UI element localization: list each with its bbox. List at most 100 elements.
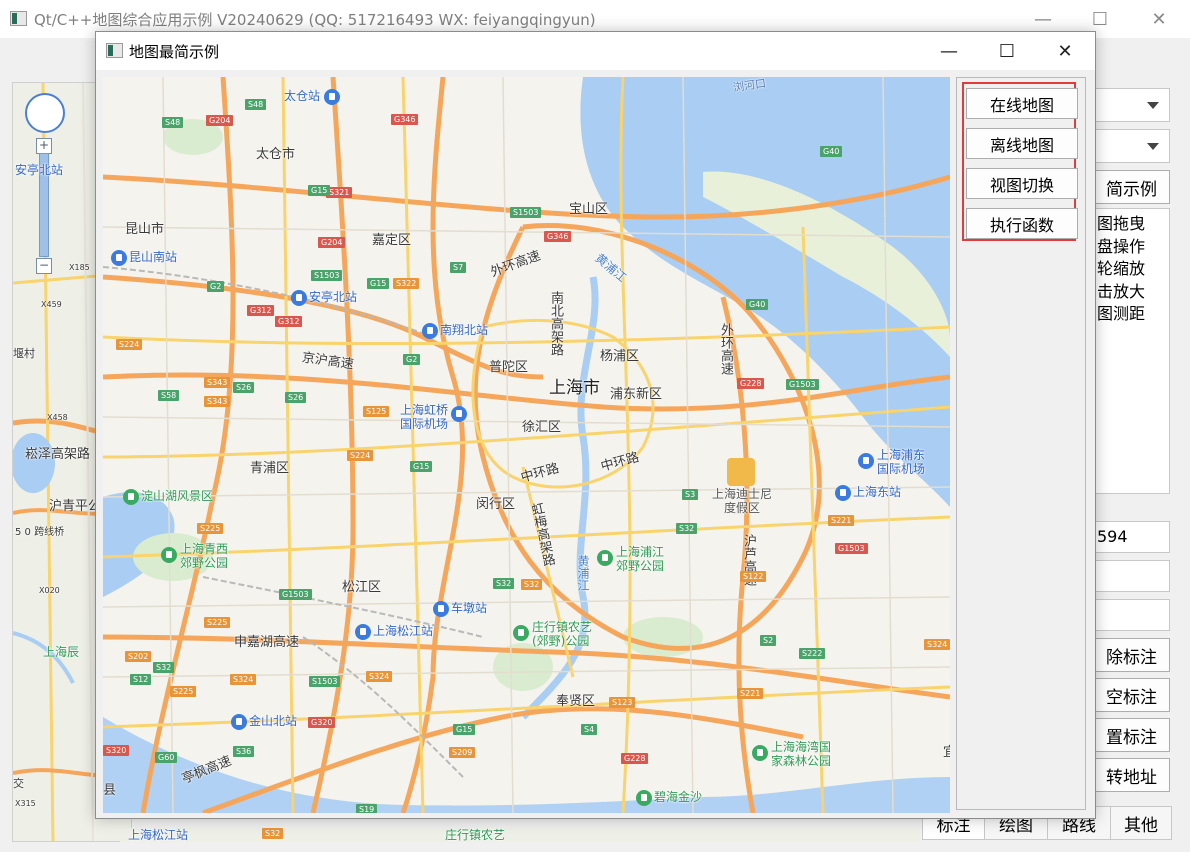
poi-qingxi-park[interactable]: 上海青西 郊野公园 xyxy=(180,542,228,570)
map-label-district: 浦东新区 xyxy=(610,387,663,402)
poi-bihai-jinsha[interactable]: 碧海金沙 xyxy=(636,788,702,806)
poi-nanxiang-north[interactable]: 南翔北站 xyxy=(422,321,488,339)
pan-control-icon[interactable] xyxy=(25,93,65,133)
train-station-icon xyxy=(231,713,247,730)
road-shield: S322 xyxy=(393,278,420,289)
road-shield: S343 xyxy=(204,396,231,407)
disney-castle-icon[interactable] xyxy=(727,458,755,486)
poi-hongqiao-airport[interactable]: 上海虹桥 国际机场 xyxy=(400,403,448,431)
road-shield: S122 xyxy=(740,571,767,582)
back-map-label: 安亭北站 xyxy=(15,163,64,177)
road-shield: G204 xyxy=(206,115,234,126)
road-shield: S324 xyxy=(230,674,257,685)
poi-label: 上海东站 xyxy=(853,485,902,499)
exec-function-button[interactable]: 执行函数 xyxy=(966,208,1078,239)
road-shield: G204 xyxy=(318,237,346,248)
poi-label: 上海松江站 xyxy=(373,624,434,638)
park-icon[interactable] xyxy=(161,547,177,563)
road-shield: S224 xyxy=(347,450,374,461)
map-label-road: 南北高架路 xyxy=(548,291,563,356)
dialog-maximize-button[interactable]: ☐ xyxy=(984,32,1030,70)
road-shield: G346 xyxy=(391,114,419,125)
zoom-in-icon[interactable]: + xyxy=(36,138,52,154)
close-button[interactable]: ✕ xyxy=(1136,0,1182,38)
poi-taicang-station[interactable]: 太仓站 xyxy=(284,87,342,105)
train-station-icon xyxy=(355,623,371,640)
back-map-label: X315 xyxy=(15,799,36,808)
app-icon xyxy=(106,43,123,58)
map-label-city: 上海市 xyxy=(549,378,600,398)
road-shield: G15 xyxy=(308,185,331,196)
road-shield: S202 xyxy=(125,651,152,662)
map-label-district: 松江区 xyxy=(342,580,382,595)
back-map-label: X459 xyxy=(41,300,62,309)
zoom-out-icon[interactable]: − xyxy=(36,258,52,274)
park-icon[interactable] xyxy=(513,625,529,641)
map-label-road: 申嘉湖高速 xyxy=(234,635,300,650)
road-shield: S19 xyxy=(356,804,378,813)
poi-songjiang-station[interactable]: 上海松江站 xyxy=(355,622,433,640)
poi-bay-forest-park[interactable]: 上海海湾国 家森林公园 xyxy=(771,740,831,768)
poi-shanghai-east[interactable]: 上海东站 xyxy=(835,483,901,501)
poi-pudong-airport[interactable]: 上海浦东 国际机场 xyxy=(877,448,925,476)
airport-icon[interactable] xyxy=(858,453,874,469)
chevron-down-icon xyxy=(1147,102,1159,109)
dialog-minimize-button[interactable]: — xyxy=(926,32,972,70)
road-shield: G15 xyxy=(367,278,390,289)
road-shield: G312 xyxy=(275,316,303,327)
road-shield: G2 xyxy=(403,354,421,365)
road-shield: G15 xyxy=(410,461,433,472)
poi-label: 郊野公园 xyxy=(616,559,665,573)
poi-label: 上海海湾国 xyxy=(771,740,832,754)
back-map-label: X185 xyxy=(69,263,90,272)
map-label-district: 太仓市 xyxy=(256,147,296,162)
poi-label: 上海虹桥 xyxy=(400,403,449,417)
road-shield: S221 xyxy=(737,688,764,699)
main-window-title: Qt/C++地图综合应用示例 V20240629 (QQ: 517216493 … xyxy=(34,11,596,29)
road-shield: G312 xyxy=(247,305,275,316)
view-switch-button[interactable]: 视图切换 xyxy=(966,168,1078,199)
road-shield: S343 xyxy=(204,377,231,388)
park-icon[interactable] xyxy=(752,745,768,761)
airport-icon[interactable] xyxy=(451,406,467,422)
back-map-label: 庄行镇农艺 xyxy=(445,828,506,842)
park-icon[interactable] xyxy=(597,550,613,566)
road-shield: S32 xyxy=(493,578,515,589)
offline-map-button[interactable]: 离线地图 xyxy=(966,128,1078,159)
back-map-label: 堰村 xyxy=(13,347,35,360)
road-shield: S225 xyxy=(197,523,224,534)
road-shield: G60 xyxy=(155,752,178,763)
road-shield: S1503 xyxy=(510,207,542,218)
poi-anting-north[interactable]: 安亭北站 xyxy=(291,288,357,306)
train-station-icon xyxy=(111,249,127,266)
poi-chedun-station[interactable]: 车墩站 xyxy=(433,599,487,617)
poi-disney[interactable]: 上海迪士尼 度假区 xyxy=(712,487,772,515)
poi-label: 国际机场 xyxy=(877,462,926,476)
park-icon xyxy=(123,488,139,505)
poi-zhuanghang-park[interactable]: 庄行镇农艺 (郊野)公园 xyxy=(532,620,592,648)
tab-other[interactable]: 其他 xyxy=(1110,806,1172,840)
road-shield: G15 xyxy=(453,724,476,735)
poi-label: 庄行镇农艺 xyxy=(532,620,593,634)
road-shield: S209 xyxy=(449,747,476,758)
dialog-title: 地图最简示例 xyxy=(129,43,220,61)
online-map-button[interactable]: 在线地图 xyxy=(966,88,1078,119)
poi-kunshan-south[interactable]: 昆山南站 xyxy=(111,248,177,266)
dialog-close-button[interactable]: ✕ xyxy=(1042,32,1088,70)
road-shield: G2 xyxy=(207,281,225,292)
map-label-river: 黄浦江 xyxy=(576,555,590,591)
road-shield: S3 xyxy=(682,489,699,500)
poi-jinshan-north[interactable]: 金山北站 xyxy=(231,712,297,730)
road-shield: S32 xyxy=(676,523,698,534)
map-label-district: 普陀区 xyxy=(489,360,529,375)
map-view[interactable]: 太仓市 昆山市 嘉定区 宝山区 普陀区 杨浦区 上海市 浦东新区 徐汇区 青浦区… xyxy=(103,77,950,813)
poi-dianshan-lake[interactable]: 淀山湖风景区 xyxy=(123,487,213,505)
map-label-district: 嘉定区 xyxy=(372,233,412,248)
poi-pujiang-park[interactable]: 上海浦江 郊野公园 xyxy=(616,545,664,573)
road-shield: S32 xyxy=(153,662,175,673)
train-station-icon xyxy=(835,484,851,501)
back-map-label: 5 0 跨线桥 xyxy=(15,527,65,538)
road-shield: S123 xyxy=(609,697,636,708)
road-shield: S26 xyxy=(285,392,307,403)
poi-label: 车墩站 xyxy=(451,601,488,615)
